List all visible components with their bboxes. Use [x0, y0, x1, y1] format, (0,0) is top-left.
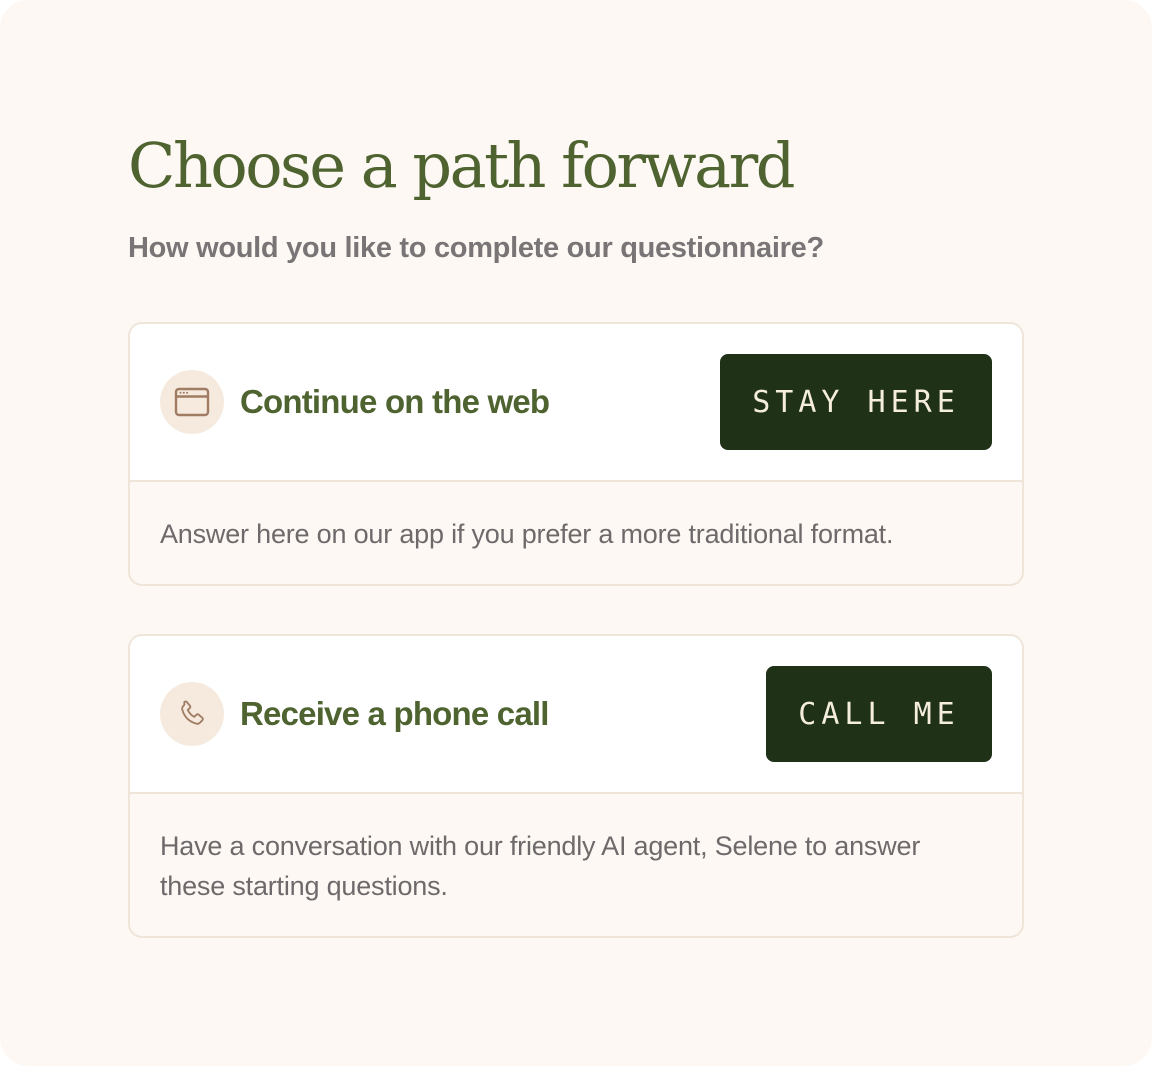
option-card-phone: Receive a phone call CALL ME Have a conv… — [128, 634, 1024, 938]
main-content: Choose a path forward How would you like… — [128, 126, 1024, 938]
page-title: Choose a path forward — [128, 129, 795, 202]
page: Choose a path forward How would you like… — [0, 0, 1152, 1066]
browser-window-icon — [160, 370, 224, 434]
option-description-phone: Have a conversation with our friendly AI… — [160, 831, 921, 901]
option-description-web: Answer here on our app if you prefer a m… — [160, 519, 894, 549]
phone-icon — [160, 682, 224, 746]
call-me-button[interactable]: CALL ME — [766, 666, 992, 762]
stay-here-button[interactable]: STAY HERE — [720, 354, 992, 450]
option-title-phone: Receive a phone call — [240, 695, 549, 732]
option-card-header: Continue on the web STAY HERE — [130, 324, 1022, 482]
option-card-web: Continue on the web STAY HERE Answer her… — [128, 322, 1024, 586]
option-card-header: Receive a phone call CALL ME — [130, 636, 1022, 794]
option-title-web: Continue on the web — [240, 383, 550, 420]
page-subtitle: How would you like to complete our quest… — [128, 232, 824, 264]
